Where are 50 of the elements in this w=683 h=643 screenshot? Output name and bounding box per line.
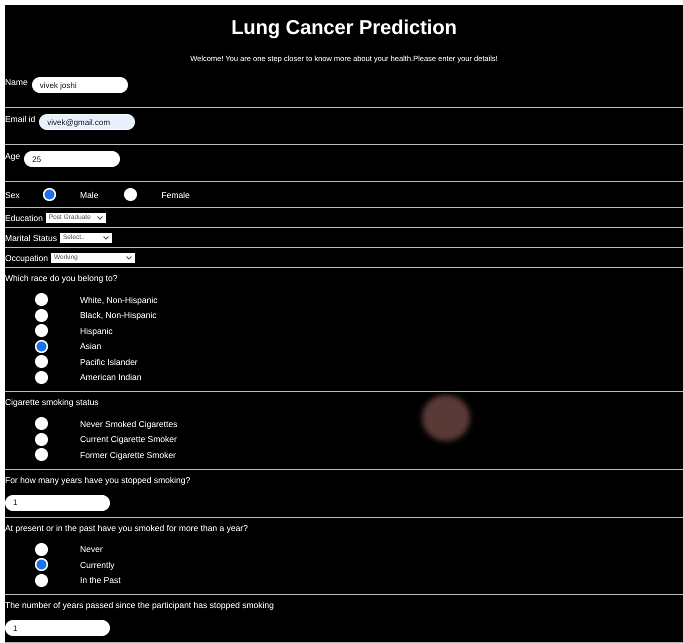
field-label: Age bbox=[5, 151, 20, 161]
radio-button[interactable] bbox=[35, 308, 48, 322]
option-label: White, Non-Hispanic bbox=[80, 294, 158, 305]
question-label: Cigarette smoking status bbox=[5, 397, 99, 407]
caret-icon bbox=[102, 236, 109, 240]
radio-button[interactable] bbox=[35, 417, 48, 430]
option-label: Black, Non-Hispanic bbox=[80, 310, 157, 320]
input-field[interactable]: vivek joshi bbox=[32, 77, 128, 93]
question-label: At present or in the past have you smoked for more than a year? bbox=[5, 522, 248, 532]
radio-button[interactable] bbox=[35, 293, 48, 306]
page-title: Lung Cancer Prediction bbox=[230, 16, 458, 40]
field-label: Sex bbox=[5, 190, 21, 200]
radio-button[interactable] bbox=[35, 355, 48, 368]
caret-icon bbox=[96, 216, 103, 220]
option-label: Male bbox=[80, 190, 98, 200]
blurred-spot bbox=[422, 395, 470, 441]
field-label: Occupation bbox=[5, 252, 48, 262]
option-label: In the Past bbox=[80, 575, 121, 586]
field-label: Name bbox=[5, 77, 28, 87]
input-field[interactable]: 25 bbox=[24, 151, 120, 167]
option-label: Asian bbox=[80, 341, 102, 352]
radio-button[interactable] bbox=[43, 188, 56, 201]
caret-icon bbox=[126, 256, 132, 260]
question-label: For how many years have you stopped smoking? bbox=[5, 474, 190, 484]
radio-button[interactable] bbox=[35, 340, 48, 353]
question-label: Which race do you belong to? bbox=[5, 273, 118, 283]
radio-button[interactable] bbox=[35, 448, 48, 462]
radio-button[interactable] bbox=[35, 432, 48, 446]
input-field[interactable]: vivek@gmail.com bbox=[39, 114, 136, 130]
input-field[interactable]: 1 bbox=[5, 620, 110, 636]
field-label: Marital Status bbox=[5, 232, 57, 242]
option-label: Former Cigarette Smoker bbox=[80, 450, 176, 460]
field-label: Education bbox=[5, 212, 43, 222]
option-label: Never bbox=[80, 544, 103, 554]
radio-button[interactable] bbox=[35, 370, 48, 384]
radio-button[interactable] bbox=[35, 574, 48, 587]
option-label: Currently bbox=[80, 560, 114, 570]
radio-button[interactable] bbox=[124, 188, 138, 201]
radio-button[interactable] bbox=[35, 542, 48, 556]
field-label: Email id bbox=[5, 114, 36, 124]
radio-button[interactable] bbox=[35, 324, 48, 338]
question-label: The number of years passed since the participant has stopped smoking bbox=[5, 600, 274, 610]
option-label: Never Smoked Cigarettes bbox=[80, 418, 178, 429]
option-label: Hispanic bbox=[80, 326, 113, 336]
option-label: Female bbox=[161, 190, 190, 200]
input-field[interactable]: 1 bbox=[5, 494, 110, 510]
radio-button[interactable] bbox=[35, 558, 48, 572]
option-label: Pacific Islander bbox=[80, 356, 138, 367]
option-label: American Indian bbox=[80, 372, 142, 382]
option-label: Current Cigarette Smoker bbox=[80, 434, 177, 444]
